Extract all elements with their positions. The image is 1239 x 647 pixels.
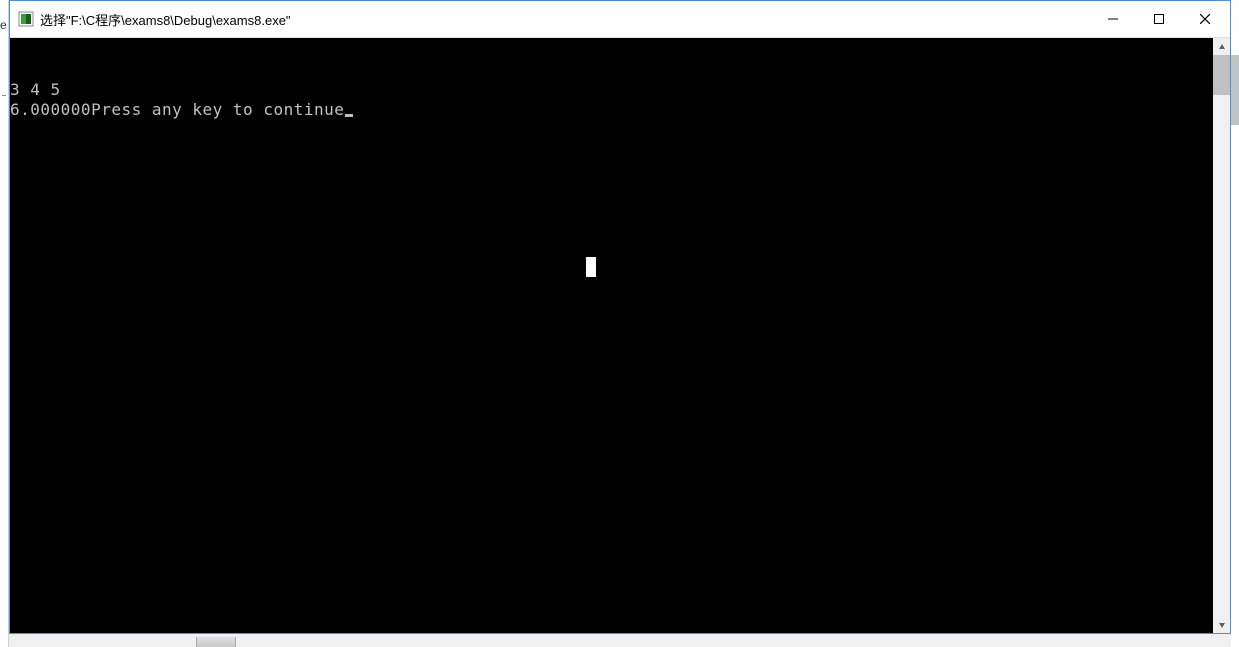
bg-bar bbox=[2, 95, 6, 96]
background-bottom-fragment bbox=[196, 637, 236, 647]
background-right-strip bbox=[1231, 0, 1239, 647]
console-window: 选择"F:\C程序\exams8\Debug\exams8.exe" 3 4 5… bbox=[9, 0, 1231, 634]
text-cursor bbox=[345, 114, 353, 117]
window-controls bbox=[1090, 1, 1228, 37]
scroll-thumb[interactable] bbox=[1213, 55, 1230, 95]
window-title: 选择"F:\C程序\exams8\Debug\exams8.exe" bbox=[40, 10, 1090, 29]
console-line-1: 3 4 5 bbox=[10, 80, 1213, 100]
scroll-down-button[interactable] bbox=[1213, 616, 1230, 633]
console-text-2: 6.000000Press any key to continue bbox=[10, 100, 344, 119]
console-app-icon bbox=[18, 11, 34, 27]
maximize-button[interactable] bbox=[1136, 1, 1182, 37]
console-line-2: 6.000000Press any key to continue bbox=[10, 100, 1213, 120]
background-left-strip: e bbox=[0, 0, 9, 647]
vertical-scrollbar[interactable] bbox=[1213, 38, 1230, 633]
scroll-up-button[interactable] bbox=[1213, 38, 1230, 55]
minimize-button[interactable] bbox=[1090, 1, 1136, 37]
client-area: 3 4 56.000000Press any key to continue bbox=[10, 38, 1230, 633]
bg-right-thumb bbox=[1231, 55, 1239, 125]
selection-cursor-block bbox=[586, 257, 596, 277]
close-button[interactable] bbox=[1182, 1, 1228, 37]
console-output[interactable]: 3 4 56.000000Press any key to continue bbox=[10, 38, 1213, 633]
titlebar[interactable]: 选择"F:\C程序\exams8\Debug\exams8.exe" bbox=[10, 1, 1230, 38]
bg-char: e bbox=[0, 18, 7, 32]
scroll-track[interactable] bbox=[1213, 55, 1230, 616]
